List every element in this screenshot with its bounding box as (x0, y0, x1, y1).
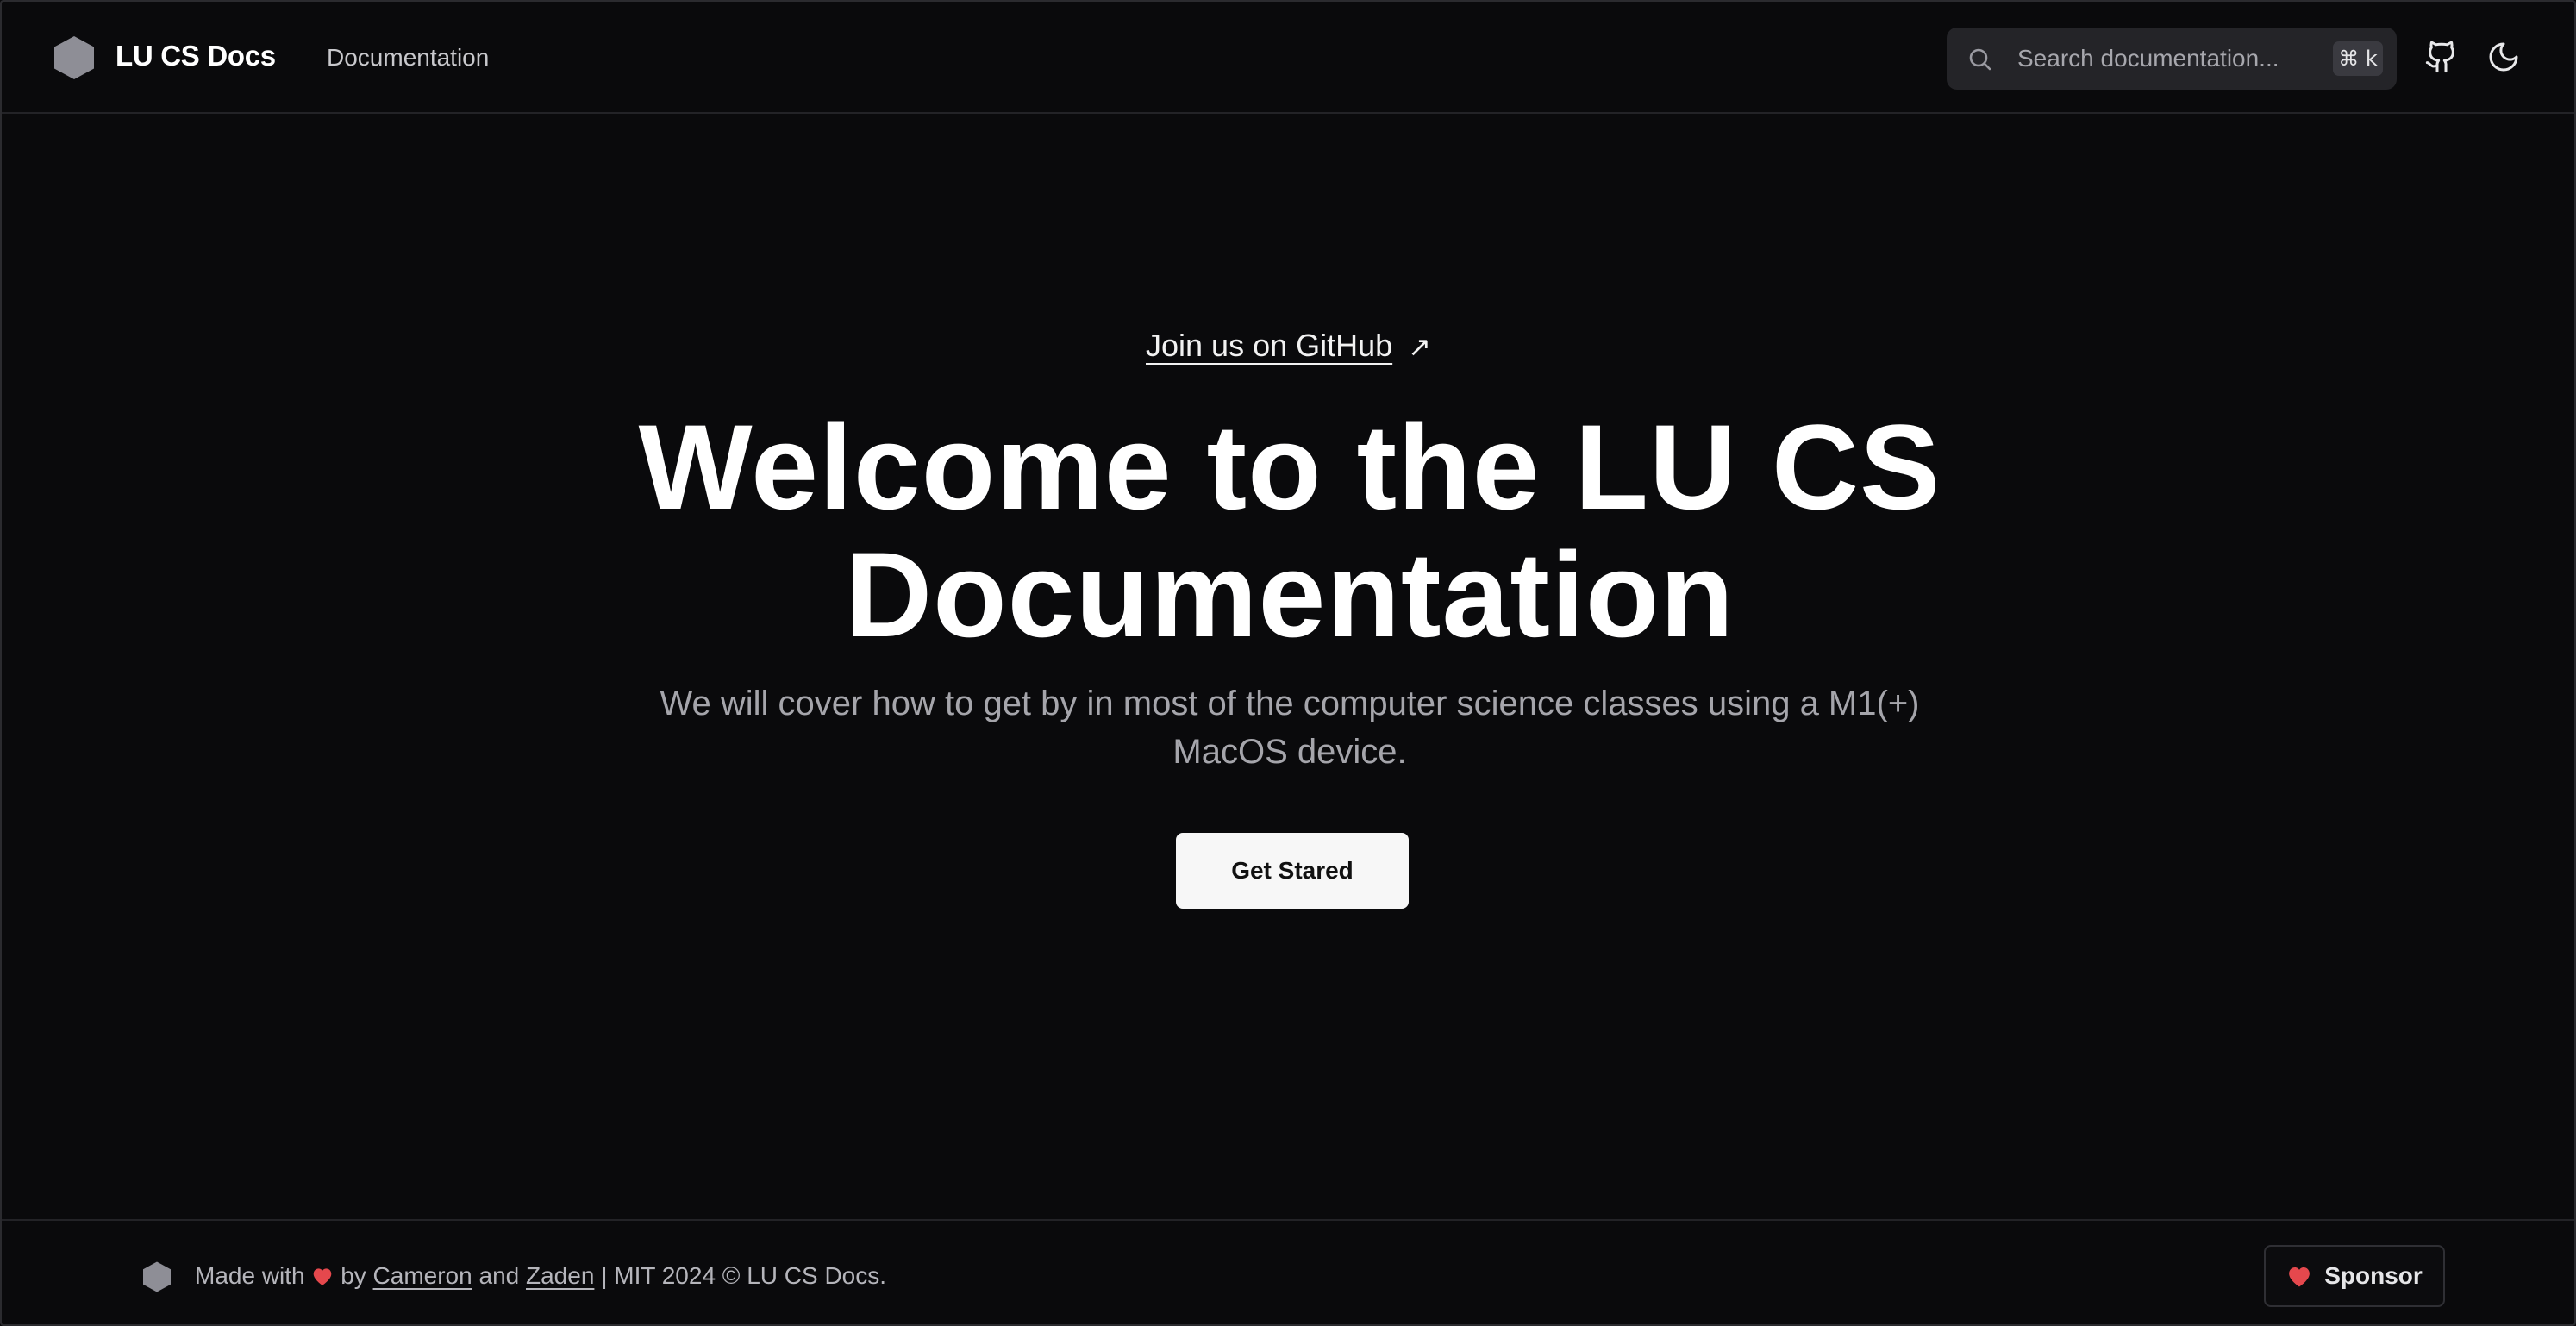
heart-icon (314, 1268, 332, 1285)
github-join-link-label: Join us on GitHub (1146, 328, 1393, 363)
nav-link-documentation[interactable]: Documentation (327, 44, 489, 72)
hero-subtitle-line-2: MacOS device. (1172, 733, 1407, 771)
footer-license: | MIT 2024 © LU CS Docs. (601, 1262, 887, 1289)
footer-by: by (341, 1262, 366, 1289)
keyboard-shortcut-badge: ⌘ k (2333, 41, 2383, 76)
hexagon-logo-icon[interactable] (52, 34, 97, 81)
search-icon (1969, 48, 1991, 71)
author-link-cameron[interactable]: Cameron (373, 1262, 472, 1289)
hero-subtitle: We will cover how to get by in most of t… (600, 679, 1979, 776)
hexagon-logo-icon (143, 1261, 171, 1292)
top-navbar: LU CS Docs Documentation Search document… (2, 2, 2574, 114)
sponsor-label: Sponsor (2324, 1262, 2423, 1289)
get-started-button[interactable]: Get Stared (1176, 833, 1409, 909)
hero-title-line-1: Welcome to the LU CS (638, 399, 1941, 535)
github-join-link[interactable]: Join us on GitHub ↗ (1146, 328, 1431, 364)
brand-name[interactable]: LU CS Docs (116, 40, 276, 72)
search-placeholder: Search documentation... (2017, 45, 2279, 72)
arrow-up-right-icon: ↗ (1408, 330, 1431, 363)
search-input[interactable]: Search documentation... ⌘ k (1947, 28, 2397, 90)
footer: Made with by Cameron and Zaden | MIT 202… (2, 1219, 2574, 1324)
app-window: LU CS Docs Documentation Search document… (0, 0, 2576, 1326)
hero-title: Welcome to the LU CS Documentation (428, 403, 2152, 659)
github-icon[interactable] (2424, 40, 2459, 74)
heart-icon (2289, 1267, 2310, 1287)
sponsor-button[interactable]: Sponsor (2264, 1245, 2445, 1307)
hero-subtitle-line-1: We will cover how to get by in most of t… (660, 685, 1920, 722)
hero-title-line-2: Documentation (845, 527, 1735, 662)
author-link-zaden[interactable]: Zaden (526, 1262, 594, 1289)
footer-made-with: Made with (195, 1262, 305, 1289)
footer-and: and (478, 1262, 520, 1289)
footer-credits: Made with by Cameron and Zaden | MIT 202… (195, 1262, 886, 1290)
moon-icon[interactable] (2486, 40, 2521, 74)
